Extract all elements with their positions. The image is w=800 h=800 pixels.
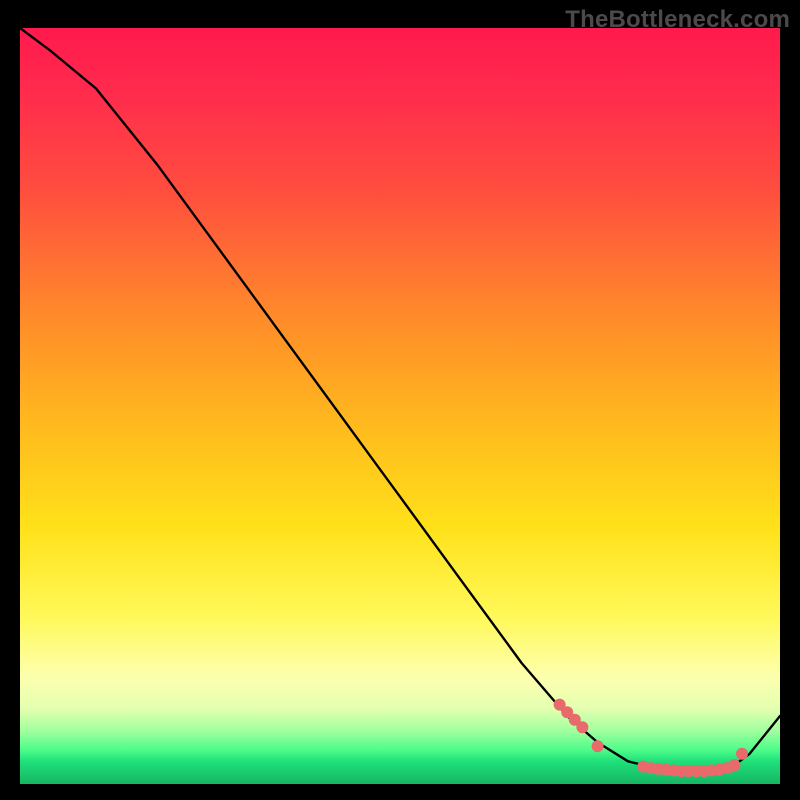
curve-marker-dot — [736, 748, 748, 760]
curve-svg — [20, 28, 780, 784]
bottleneck-curve — [20, 28, 780, 771]
curve-marker-dot — [576, 721, 588, 733]
curve-markers — [554, 699, 748, 778]
curve-marker-dot — [592, 740, 604, 752]
plot-area — [20, 28, 780, 784]
curve-marker-dot — [728, 759, 740, 771]
chart-frame: TheBottleneck.com — [0, 0, 800, 800]
